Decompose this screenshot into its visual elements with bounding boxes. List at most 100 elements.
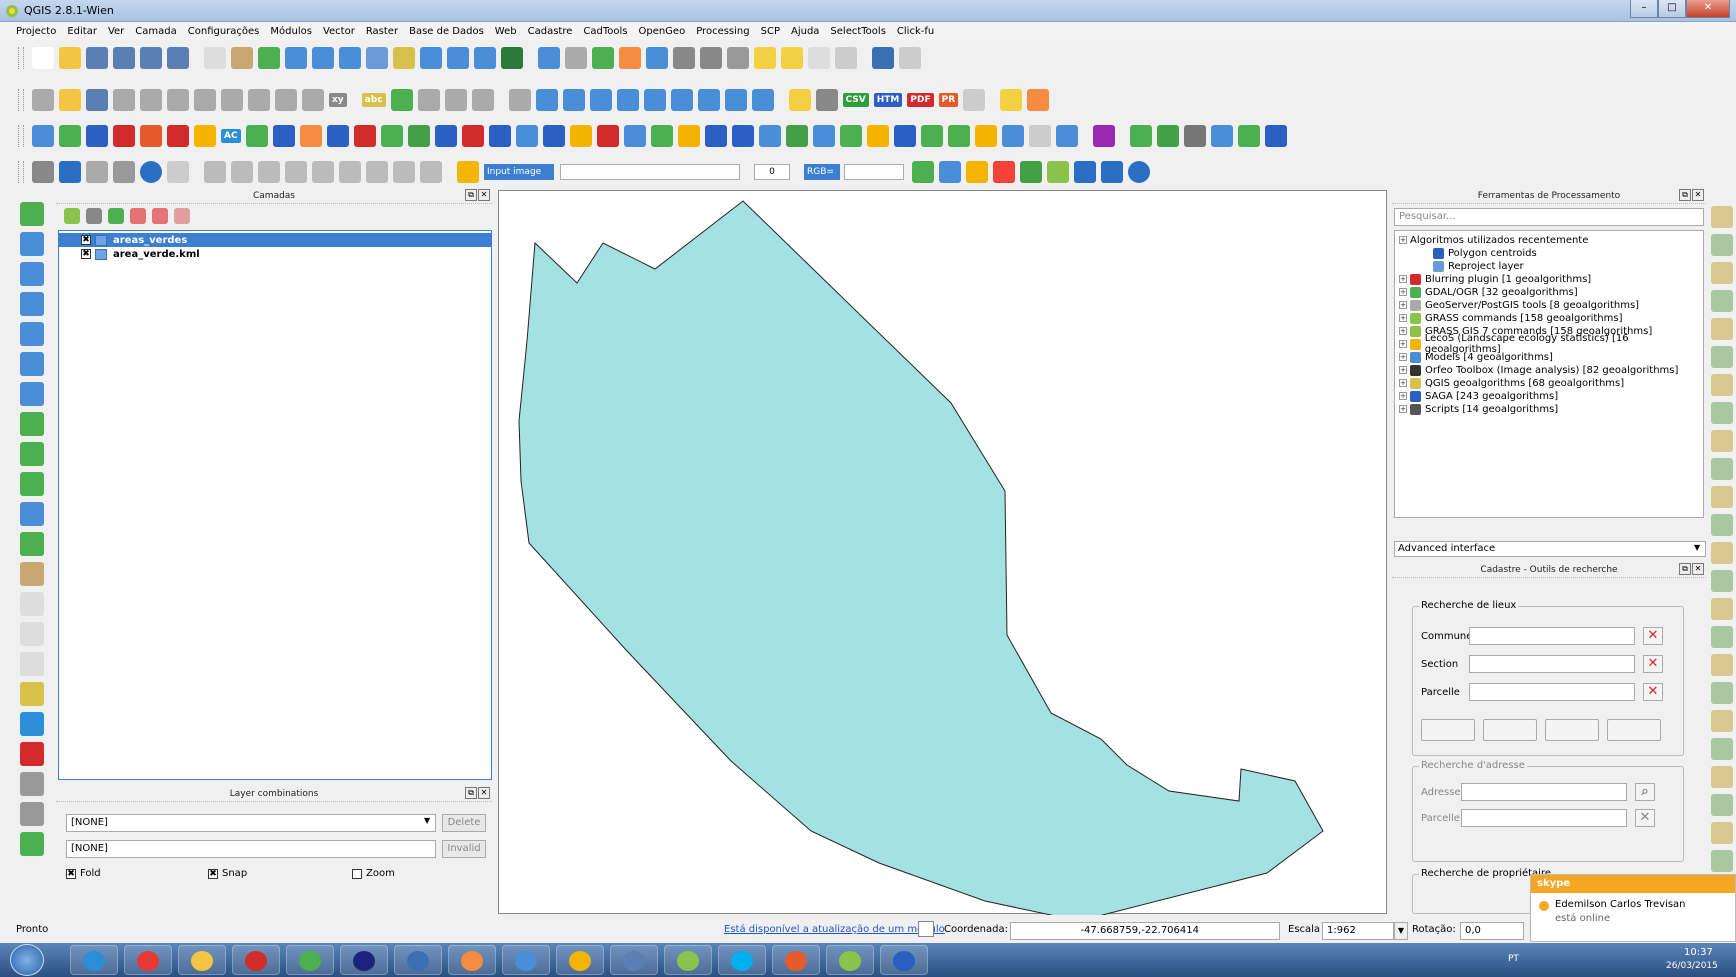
tb1-tool-11-icon[interactable] — [312, 47, 334, 69]
taskbar-app-4[interactable] — [286, 945, 334, 975]
expand-icon[interactable] — [130, 208, 146, 224]
taskbar-app-8[interactable] — [502, 945, 550, 975]
close-icon[interactable]: ✕ — [478, 189, 490, 201]
processing-tree-item[interactable]: + Scripts [14 geoalgorithms] — [1399, 402, 1558, 416]
geo-tool-1-icon[interactable] — [1711, 234, 1733, 256]
processing-tree-item[interactable]: + GDAL/OGR [32 geoalgorithms] — [1399, 285, 1578, 299]
expand-icon[interactable]: + — [1399, 236, 1407, 244]
add-layer-8-icon[interactable] — [20, 442, 44, 466]
tb3-tool-17-icon[interactable] — [488, 125, 511, 147]
whats-this-icon[interactable] — [167, 161, 189, 183]
tb2-tool-25-icon[interactable] — [670, 89, 693, 111]
taskbar-app-5[interactable] — [340, 945, 388, 975]
start-button[interactable] — [10, 944, 44, 976]
rgb-select[interactable] — [844, 164, 904, 180]
tb1-tool-25-icon[interactable] — [673, 47, 695, 69]
tb1-tool-15-icon[interactable] — [420, 47, 442, 69]
tb2-tool-31-icon[interactable] — [815, 89, 838, 111]
tb2-tool-38-icon[interactable] — [1000, 89, 1023, 111]
menu-9[interactable]: Web — [495, 26, 517, 37]
plugin-icon[interactable] — [918, 921, 934, 937]
add-layer-18-icon[interactable] — [20, 742, 44, 766]
close-icon[interactable]: ✕ — [1692, 563, 1704, 575]
add-layer-3-icon[interactable] — [20, 292, 44, 316]
abc-button[interactable]: abc — [361, 93, 386, 107]
tb1-tool-10-icon[interactable] — [285, 47, 307, 69]
tb2-tool-15-icon[interactable] — [417, 89, 440, 111]
geo-tool-13-icon[interactable] — [1711, 570, 1733, 592]
tb2-tool-5-icon[interactable] — [167, 89, 189, 111]
tb3-tool-1-icon[interactable] — [59, 125, 81, 147]
taskbar-app-11[interactable] — [664, 945, 712, 975]
tb2-tool-22-icon[interactable] — [589, 89, 612, 111]
classify-icon[interactable] — [966, 161, 988, 183]
digitize3-icon[interactable] — [258, 161, 280, 183]
geo-tool-22-icon[interactable] — [1711, 822, 1733, 844]
tb2-tool-3-icon[interactable] — [113, 89, 135, 111]
add-layer-13-icon[interactable] — [20, 592, 44, 616]
geo-tool-14-icon[interactable] — [1711, 598, 1733, 620]
tb3-tool-11-icon[interactable] — [326, 125, 349, 147]
add-layer-10-icon[interactable] — [20, 502, 44, 526]
tb2-tool-1-icon[interactable] — [59, 89, 81, 111]
layer-checkbox[interactable]: ✖ — [81, 249, 91, 259]
taskbar-app-6[interactable] — [394, 945, 442, 975]
map-canvas[interactable] — [498, 190, 1387, 922]
tb3-tool-16-icon[interactable] — [461, 125, 484, 147]
tb1-tool-24-icon[interactable] — [646, 47, 668, 69]
tb3-tool-21-icon[interactable] — [596, 125, 619, 147]
geo-tool-3-icon[interactable] — [1711, 290, 1733, 312]
tb3-tool-23-icon[interactable] — [650, 125, 673, 147]
geo-tool-9-icon[interactable] — [1711, 458, 1733, 480]
geo-tool-7-icon[interactable] — [1711, 402, 1733, 424]
menu-10[interactable]: Cadastre — [528, 26, 573, 37]
commune-select[interactable] — [1469, 627, 1635, 645]
taskbar-app-13[interactable] — [772, 945, 820, 975]
tb2-tool-2-icon[interactable] — [86, 89, 108, 111]
add-layer-5-icon[interactable] — [20, 352, 44, 376]
tb3-tool-43-icon[interactable] — [1156, 125, 1179, 147]
geo-tool-11-icon[interactable] — [1711, 514, 1733, 536]
add-layer-19-icon[interactable] — [20, 772, 44, 796]
update-link[interactable]: Está disponível a atualização de um módu… — [724, 924, 945, 935]
undo-icon[interactable] — [1101, 161, 1123, 183]
add-layer-6-icon[interactable] — [20, 382, 44, 406]
close-icon[interactable]: ✕ — [478, 787, 490, 799]
tb3-tool-10-icon[interactable] — [299, 125, 322, 147]
tb1-tool-26-icon[interactable] — [700, 47, 722, 69]
add-layer-1-icon[interactable] — [20, 232, 44, 256]
processing-tree-item[interactable]: + GeoServer/PostGIS tools [8 geoalgorithm… — [1399, 298, 1639, 312]
pr-button[interactable]: PR — [938, 93, 959, 107]
tb1-tool-23-icon[interactable] — [619, 47, 641, 69]
tb2-tool-7-icon[interactable] — [221, 89, 243, 111]
csv-button[interactable]: CSV — [842, 93, 869, 107]
tb3-tool-27-icon[interactable] — [758, 125, 781, 147]
add-layer-2-icon[interactable] — [20, 262, 44, 286]
taskbar-app-3[interactable] — [232, 945, 280, 975]
roi2-icon[interactable] — [1020, 161, 1042, 183]
tb1-tool-33-icon[interactable] — [872, 47, 894, 69]
processing-tree-item[interactable]: + LecoS (Landscape ecology statistics) [1… — [1399, 333, 1703, 355]
filter-icon[interactable] — [108, 208, 124, 224]
digitize9-icon[interactable] — [420, 161, 442, 183]
tb3-tool-35-icon[interactable] — [974, 125, 997, 147]
close-icon[interactable]: ✕ — [1692, 189, 1704, 201]
scale-select[interactable]: 1:962 — [1322, 922, 1394, 940]
tb1-tool-4-icon[interactable] — [140, 47, 162, 69]
expand-icon[interactable]: + — [1399, 405, 1407, 413]
geo-tool-5-icon[interactable] — [1711, 346, 1733, 368]
taskbar-app-12[interactable] — [718, 945, 766, 975]
tb3-tool-38-icon[interactable] — [1055, 125, 1078, 147]
tb2-tool-24-icon[interactable] — [643, 89, 666, 111]
layer-row[interactable]: ✖ areas_verdes — [59, 233, 491, 247]
tb2-tool-39-icon[interactable] — [1027, 89, 1050, 111]
taskbar-app-15[interactable] — [880, 945, 928, 975]
section-select[interactable] — [1469, 655, 1635, 673]
tb3-tool-0-icon[interactable] — [32, 125, 54, 147]
minimize-button[interactable]: – — [1630, 0, 1658, 18]
tb3-tool-40-icon[interactable] — [1092, 125, 1115, 147]
digitize5-icon[interactable] — [312, 161, 334, 183]
tb1-tool-8-icon[interactable] — [231, 47, 253, 69]
taskbar-app-10[interactable] — [610, 945, 658, 975]
area-verde-polygon[interactable] — [518, 200, 1324, 922]
